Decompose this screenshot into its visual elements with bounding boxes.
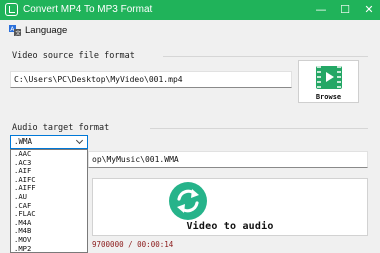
selected-format: .WMA bbox=[14, 137, 33, 146]
video-file-icon bbox=[316, 66, 342, 89]
browse-label: Browse bbox=[315, 93, 342, 101]
target-section-label: Audio target format bbox=[12, 123, 110, 133]
svg-text:文: 文 bbox=[15, 29, 21, 36]
minimize-button[interactable]: — bbox=[310, 0, 332, 20]
convert-label: Video to audio bbox=[186, 221, 274, 232]
language-menu[interactable]: Language bbox=[25, 25, 67, 36]
format-dropdown-list[interactable]: .AAC .AC3 .AIF .AIFC .AIFF .AU .CAF .FLA… bbox=[10, 149, 88, 253]
title-bar: Convert MP4 To MP3 Format — ☐ ✕ bbox=[0, 0, 380, 20]
progress-status: 9700000 / 00:00:14 bbox=[92, 240, 174, 249]
window-title: Convert MP4 To MP3 Format bbox=[23, 4, 153, 15]
source-section-label: Video source file format bbox=[12, 51, 135, 61]
maximize-button[interactable]: ☐ bbox=[334, 0, 356, 20]
browse-button[interactable]: Browse bbox=[298, 60, 359, 103]
chevron-down-icon bbox=[75, 136, 84, 145]
target-format-select[interactable]: .WMA bbox=[10, 135, 88, 149]
close-button[interactable]: ✕ bbox=[358, 0, 380, 20]
source-path-field[interactable]: C:\Users\PC\Desktop\MyVideo\001.mp4 bbox=[10, 71, 292, 88]
format-option[interactable]: .MP2 bbox=[11, 244, 87, 252]
app-icon bbox=[5, 3, 18, 16]
language-icon[interactable]: A 文 bbox=[9, 25, 21, 36]
source-separator bbox=[163, 56, 368, 57]
target-path-field[interactable]: op\MyMusic\001.WMA bbox=[88, 151, 368, 168]
video-to-audio-button[interactable]: Video to audio bbox=[92, 178, 368, 236]
target-separator bbox=[150, 128, 368, 129]
refresh-icon bbox=[169, 182, 207, 220]
